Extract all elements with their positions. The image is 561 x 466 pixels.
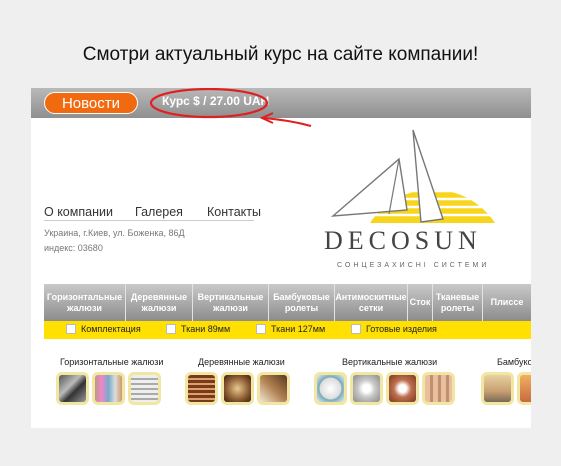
category-title: Деревянные жалюзи [198,357,285,367]
nav-link-gallery[interactable]: Галерея [135,205,183,219]
submenu-bar: Комплектация Ткани 89мм Ткани 127мм Гото… [44,321,531,339]
menu-item-mosquito-nets[interactable]: Антимоскитные сетки [335,284,408,321]
main-menu: Горизонтальные жалюзи Деревянные жалюзи … [44,284,531,321]
postal-code: индекс: 03680 [44,243,103,253]
category-title: Горизонтальные жалюзи [60,357,164,367]
rate-highlight-circle [149,88,269,119]
submenu-label: Комплектация [81,324,141,334]
menu-item-horizontal-blinds[interactable]: Горизонтальные жалюзи [44,284,126,321]
nav-link-about[interactable]: О компании [44,205,113,219]
checkbox-icon [256,324,266,334]
submenu-label: Ткани 127мм [271,324,326,334]
submenu-item-ready-made[interactable]: Готовые изделия [351,324,437,334]
logo-tagline: СОНЦЕЗАХИСНІ СИСТЕМИ [337,262,490,269]
product-thumbnail[interactable] [128,372,161,405]
submenu-label: Готовые изделия [366,324,437,334]
logo-wordmark: DECOSUN [324,226,482,255]
category-title: Бамбуковые [497,357,531,367]
submenu-item-fabric-89[interactable]: Ткани 89мм [166,324,230,334]
submenu-label: Ткани 89мм [181,324,231,334]
menu-item-vertical-blinds[interactable]: Вертикальные жалюзи [193,284,269,321]
nav-link-contacts[interactable]: Контакты [207,205,261,219]
page-caption: Смотри актуальный курс на сайте компании… [82,44,479,65]
product-thumbnail[interactable] [350,372,383,405]
product-thumbnail[interactable] [221,372,254,405]
menu-item-fabric-rolls[interactable]: Тканевые ролеты [433,284,483,321]
submenu-item-fabric-127[interactable]: Ткани 127мм [256,324,325,334]
checkbox-icon [166,324,176,334]
product-thumbnail[interactable] [386,372,419,405]
product-thumbnail[interactable] [185,372,218,405]
product-thumbnail[interactable] [257,372,290,405]
logo-sun-graphic [330,129,495,223]
product-thumbnail[interactable] [92,372,125,405]
product-thumbnail[interactable] [314,372,347,405]
product-thumbnail[interactable] [517,372,531,405]
menu-item-wooden-blinds[interactable]: Деревянные жалюзи [126,284,193,321]
nav-divider [44,220,254,221]
submenu-item-components[interactable]: Комплектация [66,324,141,334]
menu-item-pleated[interactable]: Плиссе [483,284,531,321]
website-screenshot: Новости Курс $ / 27.00 UAH О компании Га… [31,88,531,428]
product-thumbnail[interactable] [56,372,89,405]
product-thumbnail[interactable] [422,372,455,405]
menu-item-bamboo-rolls[interactable]: Бамбуковые ролеты [269,284,335,321]
checkbox-icon [66,324,76,334]
category-title: Вертикальные жалюзи [342,357,438,367]
checkbox-icon [351,324,361,334]
product-thumbnail[interactable] [481,372,514,405]
address-line: Украина, г.Киев, ул. Боженка, 86Д [44,228,185,238]
menu-item-stock[interactable]: Сток [408,284,433,321]
